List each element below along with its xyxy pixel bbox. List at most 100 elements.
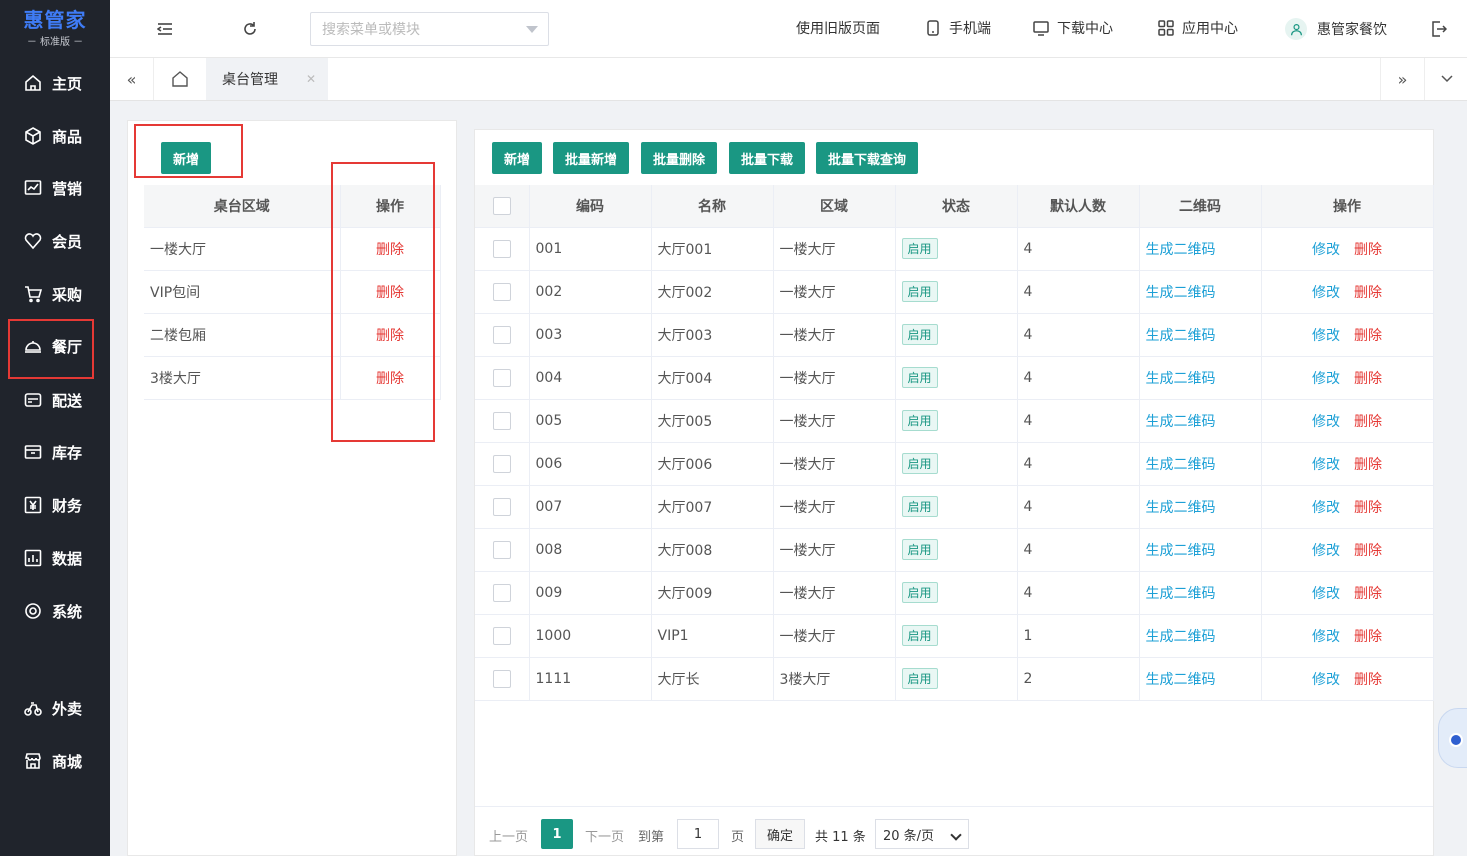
sidebar-item-0[interactable]: 主页 <box>0 63 110 103</box>
add-table-button[interactable]: 新增 <box>492 142 543 174</box>
sidebar-item-8[interactable]: 财务 <box>0 485 110 525</box>
delete-link[interactable]: 删除 <box>1354 586 1382 602</box>
generate-qrcode-link[interactable]: 生成二维码 <box>1146 242 1216 258</box>
table-row[interactable]: 1000 VIP1 一楼大厅 启用 1 生成二维码 修改 删除 <box>475 614 1434 658</box>
table-row[interactable]: 006 大厅006 一楼大厅 启用 4 生成二维码 修改 删除 <box>475 442 1434 486</box>
batch-download-query-button[interactable]: 批量下载查询 <box>816 142 919 174</box>
edit-link[interactable]: 修改 <box>1312 543 1340 559</box>
download-center-link[interactable]: 下载中心 <box>1033 18 1113 38</box>
generate-qrcode-link[interactable]: 生成二维码 <box>1146 586 1216 602</box>
batch-add-button[interactable]: 批量新增 <box>553 142 630 174</box>
delete-area-link[interactable]: 删除 <box>376 285 404 301</box>
table-row[interactable]: 008 大厅008 一楼大厅 启用 4 生成二维码 修改 删除 <box>475 528 1434 572</box>
sidebar-item-2[interactable]: 营销 <box>0 168 110 208</box>
next-page[interactable]: 下一页 <box>585 826 624 845</box>
edit-link[interactable]: 修改 <box>1312 457 1340 473</box>
add-area-button[interactable]: 新增 <box>161 142 211 174</box>
generate-qrcode-link[interactable]: 生成二维码 <box>1146 414 1216 430</box>
edit-link[interactable]: 修改 <box>1312 285 1340 301</box>
collapse-menu-icon[interactable] <box>154 18 176 40</box>
page-input[interactable]: 1 <box>677 819 719 849</box>
prev-page[interactable]: 上一页 <box>489 826 528 845</box>
sidebar-item-3[interactable]: 会员 <box>0 221 110 261</box>
edit-link[interactable]: 修改 <box>1312 242 1340 258</box>
edit-link[interactable]: 修改 <box>1312 586 1340 602</box>
row-checkbox[interactable] <box>492 368 511 387</box>
app-center-link[interactable]: 应用中心 <box>1158 18 1238 38</box>
delete-area-link[interactable]: 删除 <box>376 242 404 258</box>
generate-qrcode-link[interactable]: 生成二维码 <box>1146 328 1216 344</box>
confirm-button[interactable]: 确定 <box>755 819 806 849</box>
assistant-float-icon[interactable] <box>1438 708 1467 768</box>
edit-link[interactable]: 修改 <box>1312 500 1340 516</box>
table-row[interactable]: 009 大厅009 一楼大厅 启用 4 生成二维码 修改 删除 <box>475 571 1434 615</box>
batch-delete-button[interactable]: 批量删除 <box>641 142 718 174</box>
edit-link[interactable]: 修改 <box>1312 328 1340 344</box>
user-menu[interactable]: 惠管家餐饮 <box>1285 18 1387 40</box>
delete-area-link[interactable]: 删除 <box>376 371 404 387</box>
scroll-right-icon[interactable]: » <box>1380 58 1424 100</box>
area-row[interactable]: VIP包间 删除 <box>144 270 441 314</box>
row-checkbox[interactable] <box>492 497 511 516</box>
delete-link[interactable]: 删除 <box>1354 457 1382 473</box>
delete-link[interactable]: 删除 <box>1354 629 1382 645</box>
row-checkbox[interactable] <box>492 454 511 473</box>
sidebar-item-9[interactable]: 数据 <box>0 538 110 578</box>
delete-link[interactable]: 删除 <box>1354 242 1382 258</box>
sidebar-item-5[interactable]: 餐厅 <box>0 326 110 366</box>
sidebar-item-11[interactable]: 外卖 <box>0 688 110 728</box>
area-row[interactable]: 一楼大厅 删除 <box>144 227 441 271</box>
row-checkbox[interactable] <box>492 540 511 559</box>
edit-link[interactable]: 修改 <box>1312 371 1340 387</box>
sidebar-item-6[interactable]: 配送 <box>0 380 110 420</box>
generate-qrcode-link[interactable]: 生成二维码 <box>1146 500 1216 516</box>
tab-table-management[interactable]: 桌台管理 ✕ <box>206 58 328 100</box>
close-icon[interactable]: ✕ <box>306 72 316 86</box>
table-row[interactable]: 001 大厅001 一楼大厅 启用 4 生成二维码 修改 删除 <box>475 227 1434 271</box>
generate-qrcode-link[interactable]: 生成二维码 <box>1146 543 1216 559</box>
generate-qrcode-link[interactable]: 生成二维码 <box>1146 457 1216 473</box>
refresh-icon[interactable] <box>239 18 261 40</box>
sidebar-item-12[interactable]: 商城 <box>0 741 110 781</box>
table-row[interactable]: 007 大厅007 一楼大厅 启用 4 生成二维码 修改 删除 <box>475 485 1434 529</box>
generate-qrcode-link[interactable]: 生成二维码 <box>1146 629 1216 645</box>
scroll-left-icon[interactable]: « <box>110 58 154 100</box>
delete-link[interactable]: 删除 <box>1354 285 1382 301</box>
table-row[interactable]: 002 大厅002 一楼大厅 启用 4 生成二维码 修改 删除 <box>475 270 1434 314</box>
area-row[interactable]: 3楼大厅 删除 <box>144 356 441 400</box>
table-row[interactable]: 1111 大厅长 3楼大厅 启用 2 生成二维码 修改 删除 <box>475 657 1434 701</box>
tabs-dropdown-icon[interactable] <box>1424 58 1467 100</box>
logout-icon[interactable] <box>1428 18 1450 40</box>
sidebar-item-1[interactable]: 商品 <box>0 116 110 156</box>
row-checkbox[interactable] <box>492 325 511 344</box>
search-input[interactable]: 搜索菜单或模块 <box>310 12 549 46</box>
page-size-select[interactable]: 20 条/页 <box>875 819 969 849</box>
delete-area-link[interactable]: 删除 <box>376 328 404 344</box>
row-checkbox[interactable] <box>492 411 511 430</box>
edit-link[interactable]: 修改 <box>1312 672 1340 688</box>
delete-link[interactable]: 删除 <box>1354 371 1382 387</box>
generate-qrcode-link[interactable]: 生成二维码 <box>1146 285 1216 301</box>
page-1[interactable]: 1 <box>541 819 573 849</box>
old-page-link[interactable]: 使用旧版页面 <box>796 18 880 38</box>
table-row[interactable]: 004 大厅004 一楼大厅 启用 4 生成二维码 修改 删除 <box>475 356 1434 400</box>
area-row[interactable]: 二楼包厢 删除 <box>144 313 441 357</box>
edit-link[interactable]: 修改 <box>1312 414 1340 430</box>
table-row[interactable]: 005 大厅005 一楼大厅 启用 4 生成二维码 修改 删除 <box>475 399 1434 443</box>
select-all-checkbox[interactable] <box>492 196 511 215</box>
delete-link[interactable]: 删除 <box>1354 414 1382 430</box>
row-checkbox[interactable] <box>492 583 511 602</box>
delete-link[interactable]: 删除 <box>1354 672 1382 688</box>
delete-link[interactable]: 删除 <box>1354 328 1382 344</box>
row-checkbox[interactable] <box>492 669 511 688</box>
generate-qrcode-link[interactable]: 生成二维码 <box>1146 672 1216 688</box>
sidebar-item-7[interactable]: 库存 <box>0 432 110 472</box>
sidebar-item-4[interactable]: 采购 <box>0 274 110 314</box>
row-checkbox[interactable] <box>492 626 511 645</box>
table-row[interactable]: 003 大厅003 一楼大厅 启用 4 生成二维码 修改 删除 <box>475 313 1434 357</box>
mobile-link[interactable]: 手机端 <box>925 18 991 38</box>
generate-qrcode-link[interactable]: 生成二维码 <box>1146 371 1216 387</box>
batch-download-button[interactable]: 批量下载 <box>729 142 806 174</box>
sidebar-item-10[interactable]: 系统 <box>0 591 110 631</box>
row-checkbox[interactable] <box>492 282 511 301</box>
